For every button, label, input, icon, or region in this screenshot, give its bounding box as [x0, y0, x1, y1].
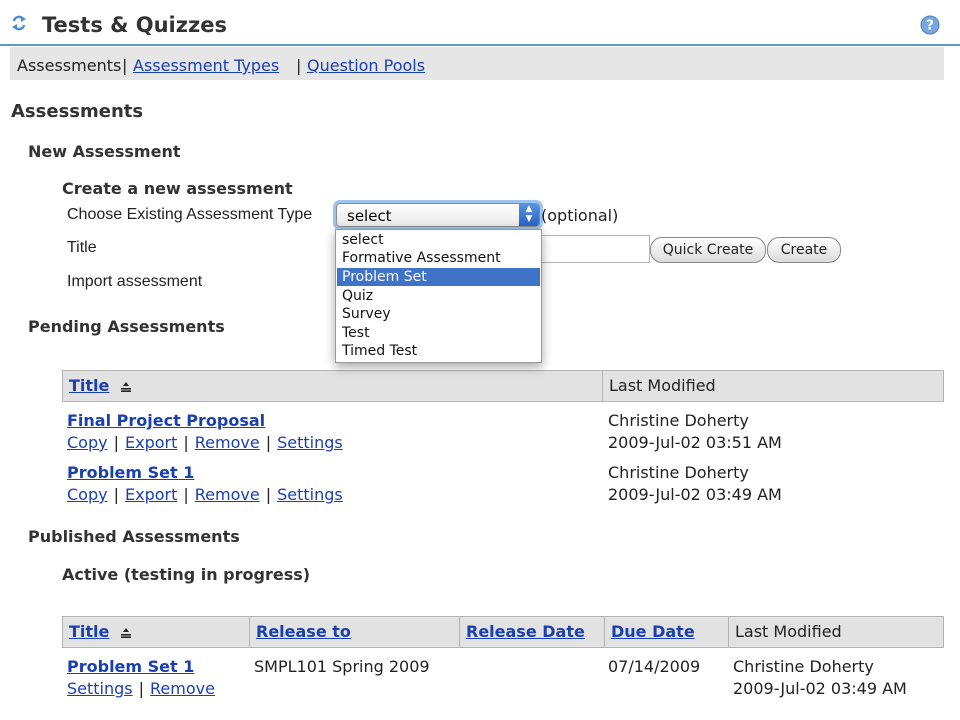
sort-icon[interactable] [120, 381, 132, 392]
table-row-title[interactable]: Final Project Proposal [67, 411, 265, 430]
dropdown-option[interactable]: Formative Assessment [337, 249, 540, 267]
nav-assessment-types-link[interactable]: Assessment Types [133, 56, 279, 75]
new-assessment-heading: New Assessment [28, 142, 181, 161]
assessment-type-selected-value: select [347, 207, 392, 225]
nav-separator: | [296, 56, 302, 75]
tool-nav-bar: Assessments | Assessment Types | Questio… [10, 47, 944, 80]
title-input[interactable] [540, 235, 650, 263]
nav-assessments: Assessments [17, 56, 122, 75]
published-col-release-date: Release Date [460, 617, 605, 647]
dropdown-option[interactable]: Timed Test [337, 342, 540, 360]
action-separator: | [113, 433, 119, 452]
active-assessments-heading: Active (testing in progress) [62, 565, 311, 584]
action-separator: | [265, 485, 272, 504]
row-actions: Copy | Export | Remove | Settings [67, 433, 343, 452]
settings-link[interactable]: Settings [277, 433, 343, 452]
assessment-type-select[interactable]: select ▲ ▼ [336, 203, 540, 227]
published-table-header: Title Release to Release Date Due Date L… [62, 616, 944, 648]
optional-label: (optional) [541, 206, 619, 225]
import-assessment-label: Import assessment [67, 273, 203, 290]
table-row-title[interactable]: Problem Set 1 [67, 657, 194, 676]
pending-assessments-heading: Pending Assessments [28, 317, 225, 336]
reset-arrows-icon[interactable] [10, 14, 28, 32]
tool-title-bar: Tests & Quizzes ? [0, 0, 960, 46]
help-icon[interactable]: ? [920, 15, 940, 35]
remove-link[interactable]: Remove [195, 433, 260, 452]
modified-at: 2009-Jul-02 03:49 AM [733, 679, 907, 698]
modified-at: 2009-Jul-02 03:51 AM [608, 433, 782, 452]
copy-link[interactable]: Copy [67, 433, 108, 452]
svg-text:?: ? [926, 19, 934, 34]
action-separator: | [113, 485, 119, 504]
settings-link[interactable]: Settings [67, 679, 133, 698]
copy-link[interactable]: Copy [67, 485, 108, 504]
page-title: Assessments [11, 101, 144, 122]
assessment-title-link[interactable]: Problem Set 1 [67, 657, 194, 676]
action-separator: | [138, 679, 145, 698]
due-date-value: 07/14/2009 [608, 657, 701, 676]
sort-by-title-link[interactable]: Title [69, 622, 109, 641]
sort-by-title-link[interactable]: Title [69, 376, 109, 395]
tool-title: Tests & Quizzes [42, 13, 227, 37]
modified-at: 2009-Jul-02 03:49 AM [608, 485, 782, 504]
row-actions: Copy | Export | Remove | Settings [67, 485, 343, 504]
title-label: Title [67, 239, 97, 256]
remove-link[interactable]: Remove [150, 679, 215, 698]
modified-by: Christine Doherty [733, 657, 874, 676]
pending-col-title: Title [63, 371, 603, 401]
remove-link[interactable]: Remove [195, 485, 260, 504]
assessment-title-link[interactable]: Problem Set 1 [67, 463, 194, 482]
assessment-type-label: Choose Existing Assessment Type [67, 206, 313, 223]
export-link[interactable]: Export [125, 485, 177, 504]
action-separator: | [183, 485, 189, 504]
modified-by: Christine Doherty [608, 463, 749, 482]
published-col-release-to: Release to [250, 617, 460, 647]
quick-create-button[interactable]: Quick Create [650, 237, 766, 263]
dropdown-option[interactable]: Quiz [337, 287, 540, 305]
published-col-due-date: Due Date [605, 617, 729, 647]
dropdown-option[interactable]: Test [337, 324, 540, 342]
nav-question-pools-link[interactable]: Question Pools [307, 56, 425, 75]
sort-by-release-date-link[interactable]: Release Date [466, 622, 585, 641]
published-assessments-heading: Published Assessments [28, 527, 240, 546]
assessment-type-dropdown: select Formative Assessment Problem Set … [335, 229, 542, 363]
create-new-heading: Create a new assessment [62, 179, 293, 198]
published-col-last-modified: Last Modified [735, 622, 842, 641]
release-to-value: SMPL101 Spring 2009 [254, 657, 430, 676]
settings-link[interactable]: Settings [277, 485, 343, 504]
nav-separator: | [122, 56, 128, 75]
action-separator: | [265, 433, 272, 452]
sort-by-release-to-link[interactable]: Release to [256, 622, 351, 641]
export-link[interactable]: Export [125, 433, 177, 452]
modified-by: Christine Doherty [608, 411, 749, 430]
sort-icon[interactable] [120, 627, 132, 638]
row-actions: Settings | Remove [67, 679, 215, 698]
table-row-title[interactable]: Problem Set 1 [67, 463, 194, 482]
published-col-title: Title [63, 617, 250, 647]
sort-by-due-date-link[interactable]: Due Date [611, 622, 695, 641]
assessment-title-link[interactable]: Final Project Proposal [67, 411, 265, 430]
dropdown-option[interactable]: select [337, 231, 540, 249]
pending-table-header: Title Last Modified [62, 370, 944, 402]
dropdown-option-highlighted[interactable]: Problem Set [337, 268, 540, 286]
action-separator: | [183, 433, 189, 452]
dropdown-option[interactable]: Survey [337, 305, 540, 323]
updown-arrows-icon: ▲ ▼ [519, 204, 539, 226]
create-button[interactable]: Create [767, 237, 841, 263]
pending-col-last-modified: Last Modified [609, 376, 716, 395]
